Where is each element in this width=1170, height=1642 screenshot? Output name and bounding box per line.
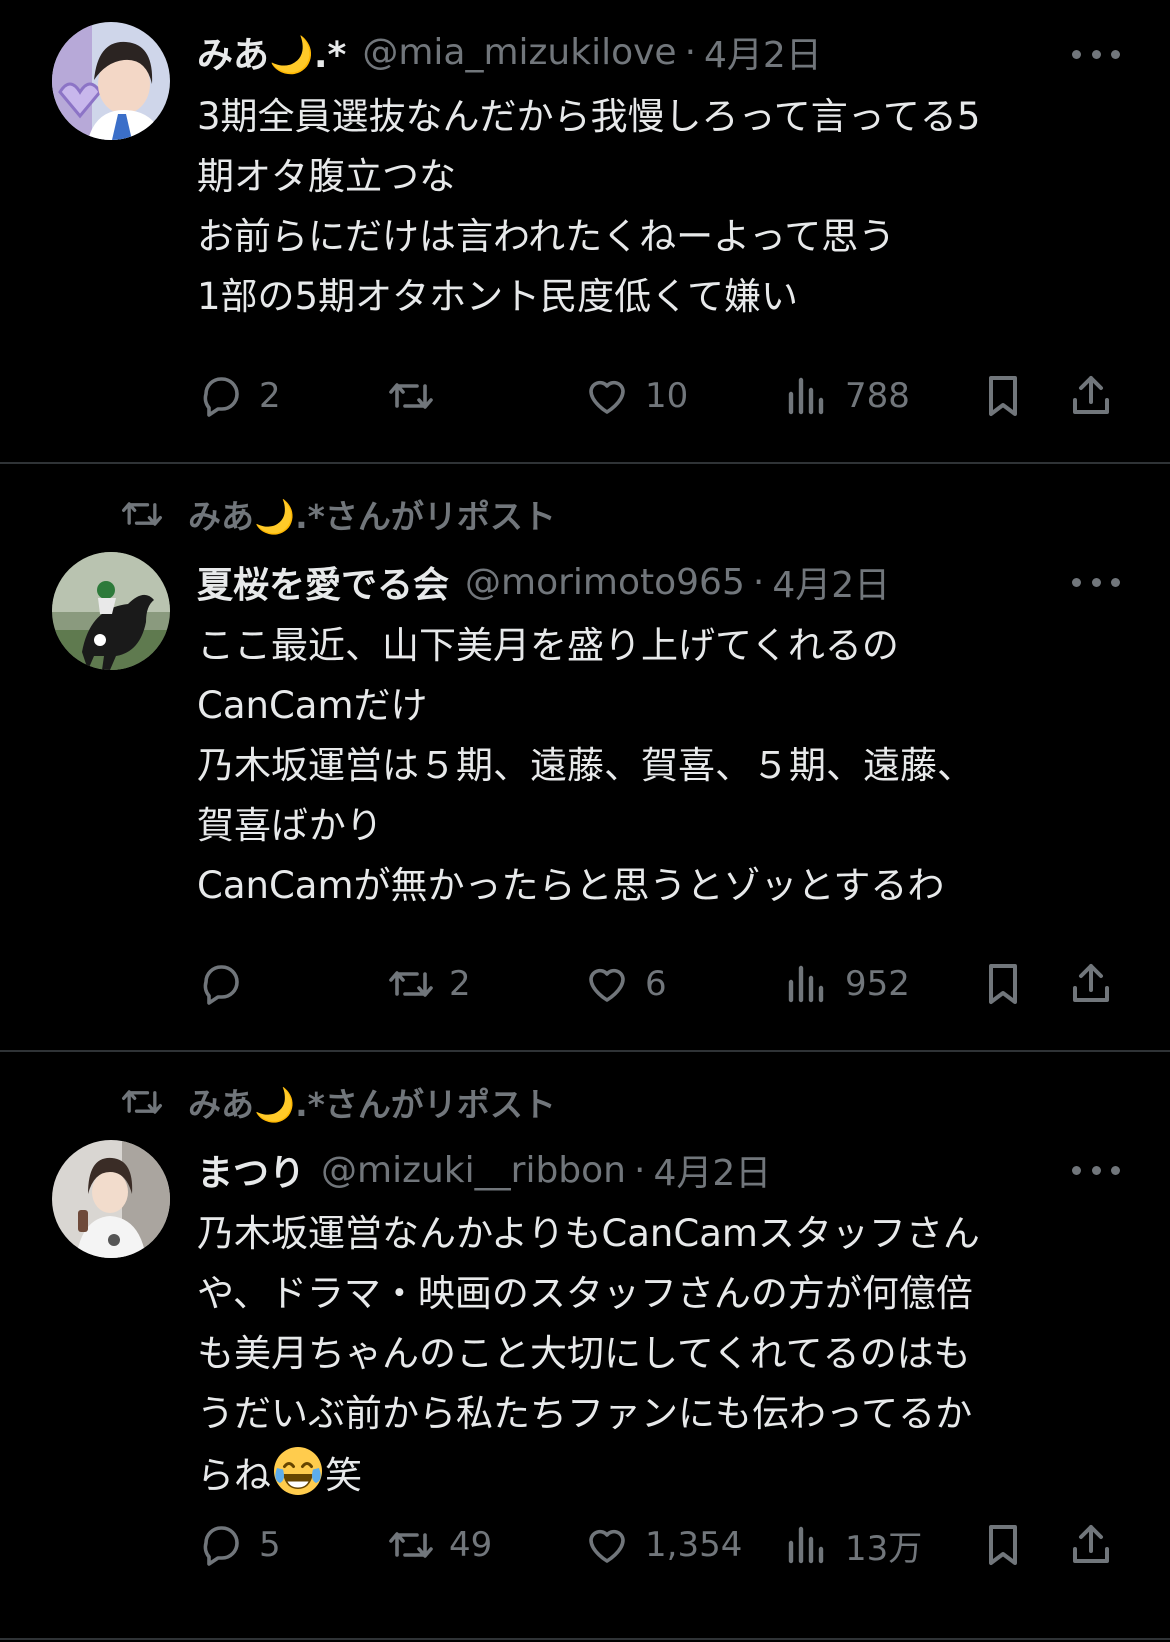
reply-count: 2 (259, 376, 281, 416)
like-button[interactable]: 1,354 (583, 1517, 742, 1573)
repost-indicator[interactable]: みあ🌙.*さんがリポスト (120, 1080, 556, 1124)
display-name[interactable]: まつり (197, 1144, 305, 1196)
separator: · (752, 561, 765, 603)
views-icon (788, 1526, 824, 1564)
repost-button[interactable] (387, 368, 449, 424)
laughing-emoji (274, 1447, 322, 1495)
share-button[interactable] (1067, 1517, 1115, 1573)
repost-button[interactable]: 49 (387, 1517, 492, 1573)
share-icon (1073, 376, 1109, 414)
like-icon (589, 380, 625, 414)
divider (0, 1638, 1170, 1640)
repost-icon (389, 971, 433, 997)
reply-button[interactable]: 5 (197, 1517, 281, 1573)
tweet-text: 乃木坂運営なんかよりもCanCamスタッフさん や、ドラマ・映画のスタッフさんの… (197, 1204, 1097, 1506)
tweet-header: まつり @mizuki__ribbon · 4月2日 (197, 1142, 1170, 1198)
more-icon[interactable] (1072, 572, 1120, 592)
repost-label: みあ🌙.*さんがリポスト (188, 497, 556, 536)
tweet-date[interactable]: 4月2日 (772, 556, 890, 608)
more-icon[interactable] (1072, 1160, 1120, 1180)
bookmark-button[interactable] (979, 1517, 1027, 1573)
tweet-date[interactable]: 4月2日 (653, 1144, 771, 1196)
display-name[interactable]: 夏桜を愛でる会 (197, 556, 449, 608)
share-icon (1073, 1525, 1109, 1563)
user-handle[interactable]: @mizuki__ribbon (321, 1150, 626, 1191)
user-handle[interactable]: @mia_mizukilove (362, 32, 676, 73)
repost-icon (389, 383, 433, 409)
divider (0, 1050, 1170, 1052)
display-name[interactable]: みあ🌙.* (197, 26, 346, 78)
share-icon (1073, 964, 1109, 1002)
like-icon (589, 968, 625, 1002)
tweet-actions: 2 10 788 (197, 368, 1122, 424)
share-button[interactable] (1067, 956, 1115, 1012)
tweet-header: みあ🌙.* @mia_mizukilove · 4月2日 (197, 24, 1170, 80)
avatar[interactable] (52, 552, 170, 670)
more-icon[interactable] (1072, 44, 1120, 64)
repost-label: みあ🌙.*さんがリポスト (188, 1085, 556, 1124)
like-count: 10 (645, 376, 689, 416)
views-icon (788, 965, 824, 1003)
repost-count: 49 (449, 1525, 493, 1565)
like-icon (589, 1529, 625, 1563)
avatar[interactable] (52, 1140, 170, 1258)
bookmark-icon (989, 376, 1017, 416)
like-count: 6 (645, 964, 667, 1004)
reply-count: 5 (259, 1525, 281, 1565)
repost-icon (389, 1532, 433, 1558)
view-count: 13万 (845, 1528, 923, 1569)
reply-button[interactable]: 2 (197, 368, 281, 424)
tweet-header: 夏桜を愛でる会 @morimoto965 · 4月2日 (197, 554, 1170, 610)
views-button[interactable]: 952 (783, 956, 910, 1012)
reply-button[interactable] (197, 956, 259, 1012)
views-button[interactable]: 13万 (783, 1517, 922, 1573)
repost-count: 2 (449, 964, 471, 1004)
tweet-actions: 2 6 952 (197, 956, 1122, 1012)
views-icon (788, 377, 824, 415)
repost-button[interactable]: 2 (387, 956, 471, 1012)
timeline-feed: みあ🌙.* @mia_mizukilove · 4月2日 3期全員選抜なんだから… (0, 0, 1170, 1642)
view-count: 788 (845, 376, 910, 416)
tweet-text: ここ最近、山下美月を盛り上げてくれるの CanCamだけ 乃木坂運営は５期、遠藤… (197, 624, 974, 907)
reply-icon (203, 965, 239, 1005)
user-handle[interactable]: @morimoto965 (465, 562, 745, 603)
like-count: 1,354 (645, 1525, 743, 1565)
tweet-text-tail: 笑 (325, 1454, 362, 1497)
view-count: 952 (845, 964, 910, 1004)
reply-icon (203, 1526, 239, 1566)
share-button[interactable] (1067, 368, 1115, 424)
separator: · (684, 31, 697, 73)
tweet-date[interactable]: 4月2日 (704, 26, 822, 78)
separator: · (634, 1149, 646, 1191)
bookmark-icon (989, 964, 1017, 1004)
tweet-text: 3期全員選抜なんだから我慢しろって言ってる5 期オタ腹立つな お前らにだけは言わ… (197, 95, 981, 318)
repost-icon (122, 502, 162, 526)
bookmark-icon (989, 1525, 1017, 1565)
reply-icon (203, 377, 239, 417)
bookmark-button[interactable] (979, 956, 1027, 1012)
repost-icon (122, 1090, 162, 1114)
bookmark-button[interactable] (979, 368, 1027, 424)
avatar[interactable] (52, 22, 170, 140)
like-button[interactable]: 6 (583, 956, 667, 1012)
like-button[interactable]: 10 (583, 368, 688, 424)
views-button[interactable]: 788 (783, 368, 910, 424)
repost-indicator[interactable]: みあ🌙.*さんがリポスト (120, 492, 556, 536)
tweet-actions: 5 49 1,354 13万 (197, 1517, 1122, 1573)
divider (0, 462, 1170, 464)
